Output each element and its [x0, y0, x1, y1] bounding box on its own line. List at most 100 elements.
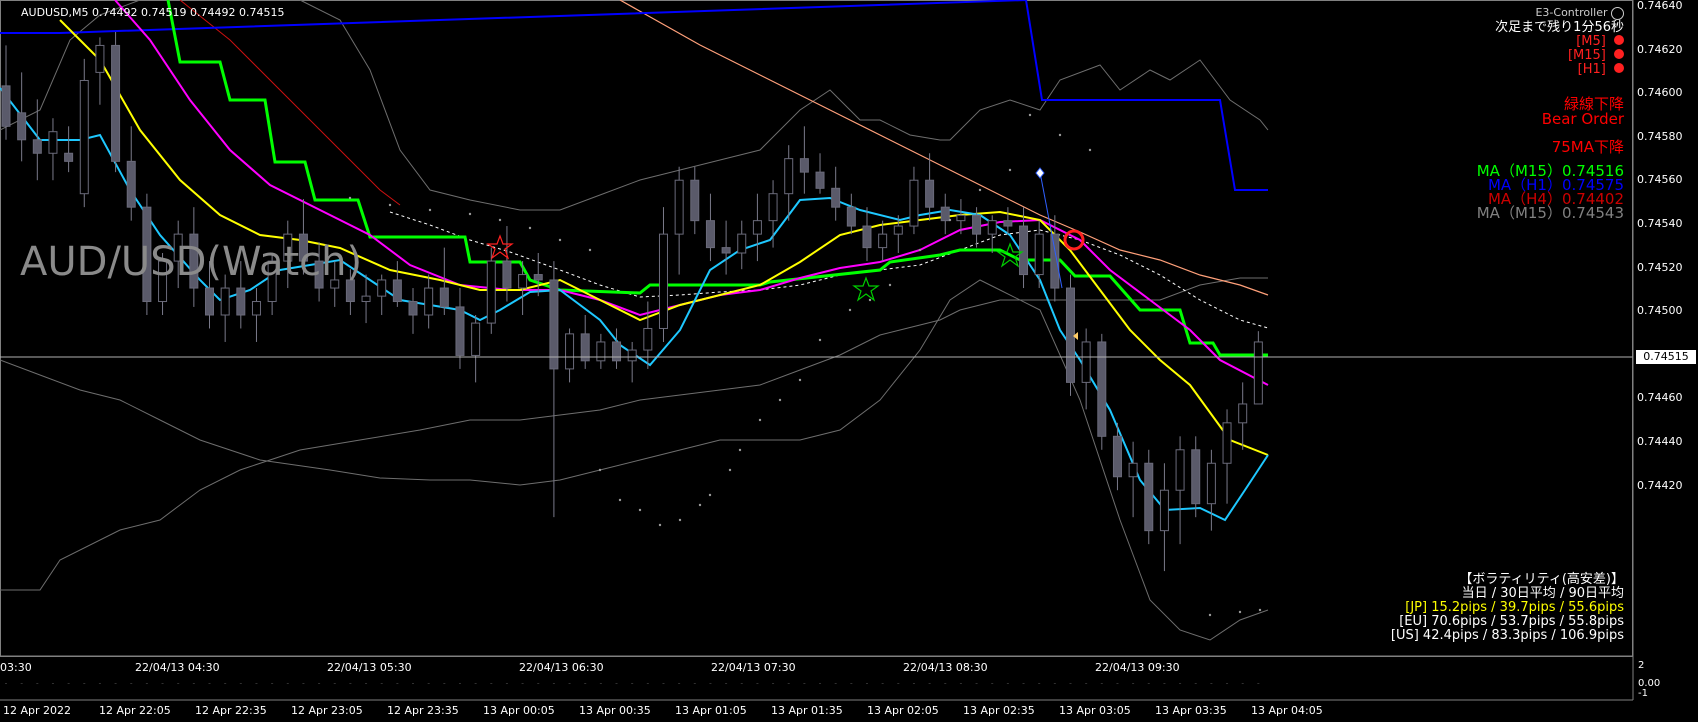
candle-body [643, 327, 653, 351]
time-axis-bottom-label: 12 Apr 22:35 [195, 704, 267, 717]
sar-dot [388, 203, 392, 207]
sub-histogram-bar [1257, 683, 1260, 684]
sub-histogram-bar [678, 683, 681, 684]
candle-body [972, 214, 982, 235]
sar-dot [798, 378, 802, 382]
sar-dot [468, 212, 472, 216]
candle-body [126, 160, 136, 208]
candle-body [392, 279, 402, 303]
sub-histogram-bar [333, 683, 336, 684]
sub-histogram-bar [725, 683, 728, 684]
down-arrow-icon [1614, 49, 1624, 59]
candles-group [1, 31, 1263, 572]
sub-histogram-bar [224, 683, 227, 684]
sar-dot [848, 308, 852, 312]
candle-body [799, 158, 809, 173]
sub-histogram-bar [239, 683, 242, 684]
sar-dot [618, 498, 622, 502]
sub-histogram-bar [67, 683, 70, 684]
sub-histogram-bar [5, 683, 7, 684]
sar-dot [588, 248, 592, 252]
candle-body [705, 220, 715, 249]
sar-dot [888, 283, 892, 287]
candle-body [909, 179, 919, 227]
sub-histogram-bar [1132, 683, 1135, 684]
candle-body [1206, 462, 1216, 505]
candle-body [1159, 489, 1169, 532]
tf-m15-row: [M15] [1568, 49, 1624, 63]
sub-histogram-bar [36, 683, 39, 684]
parabolic-sar-dots [348, 113, 1262, 617]
volatility-jp: [JP] 15.2pips / 39.7pips / 55.6pips [1405, 600, 1624, 615]
candle-body [533, 274, 543, 281]
ma-cyan-line [0, 87, 1269, 522]
candle-body [1238, 403, 1248, 424]
ma-m15b-value: MA（M15）0.74543 [1476, 204, 1624, 222]
price-axis-label: 0.74420 [1637, 478, 1683, 492]
sar-dot [698, 503, 702, 507]
sar-dot [638, 508, 642, 512]
candle-body [236, 287, 246, 316]
sub-histogram-bar [912, 683, 915, 684]
sub-histogram-bar [975, 683, 978, 684]
sar-dot [1208, 613, 1212, 617]
sub-histogram-bar [803, 683, 806, 684]
sar-dot [728, 468, 732, 472]
sub-histogram-bar [897, 683, 900, 684]
candle-body [878, 233, 888, 249]
time-axis-bottom-label: 13 Apr 00:05 [483, 704, 555, 717]
symbol-info: AUDUSD,M5 0.74492 0.74519 0.74492 0.7451… [21, 6, 285, 19]
sar-dot [1238, 610, 1242, 614]
candle-body [565, 333, 575, 370]
candle-body [1, 85, 11, 127]
time-axis-bottom-label: 13 Apr 00:35 [579, 704, 651, 717]
ma-h1-blue-line [0, 0, 1268, 191]
sub-histogram-bar [850, 683, 853, 684]
candle-body [612, 341, 622, 362]
price-axis-label: 0.74440 [1637, 435, 1683, 448]
candle-body [940, 206, 950, 222]
sub-histogram-bar [1116, 683, 1119, 684]
sub-histogram-bar [1226, 683, 1229, 684]
sar-dot [1008, 168, 1012, 172]
volatility-us: [US] 42.4pips / 83.3pips / 106.9pips [1390, 628, 1624, 643]
sub-histogram-bar [1147, 683, 1150, 684]
price-axis-label: 0.74580 [1637, 129, 1683, 143]
time-axis-top-label: 22/04/13 07:30 [711, 661, 796, 674]
sar-dot [1028, 113, 1032, 117]
sar-dot [348, 196, 352, 200]
sar-dot [598, 468, 602, 472]
sub-histogram-bar [631, 683, 634, 684]
candle-body [1191, 449, 1201, 505]
sub-histogram-bar [928, 683, 931, 684]
sub-histogram-bar [709, 683, 712, 684]
candle-body [424, 287, 434, 316]
candle-body [1019, 225, 1029, 276]
price-axis-label: 0.74560 [1637, 173, 1683, 187]
sub-histogram-bar [787, 683, 790, 684]
time-axis-bottom-label: 12 Apr 23:05 [291, 704, 363, 717]
volatility-eu: [EU] 70.6pips / 53.7pips / 55.8pips [1399, 614, 1624, 629]
sub-histogram-bar [83, 683, 86, 684]
sar-dot [778, 398, 782, 402]
sub-histogram-bar [114, 683, 117, 684]
sub-histogram-bar [881, 683, 884, 684]
volatility-subtitle: 当日 / 30日平均 / 90日平均 [1461, 586, 1624, 601]
candle-body [220, 287, 230, 316]
candle-body [1081, 341, 1091, 383]
tf-h1-row: [H1] [1578, 63, 1624, 77]
sub-histogram-bar [161, 683, 164, 684]
sar-dot [558, 238, 562, 242]
sub-histogram-bar [756, 683, 759, 684]
sar-dot [498, 218, 502, 222]
signal-75ma-down: 75MA下降 [1551, 138, 1624, 156]
candle-body [925, 179, 935, 208]
candle-body [1175, 449, 1185, 491]
sub-histogram-bar [51, 683, 54, 684]
sub-histogram-bar [1210, 683, 1213, 684]
down-arrow-icon [1614, 35, 1624, 45]
sar-dot [948, 218, 952, 222]
sub-histogram-bar [1085, 683, 1088, 684]
time-axis-top-label: 22/04/13 09:30 [1095, 661, 1180, 674]
sub-axis-bottom: -1 [1638, 688, 1648, 699]
